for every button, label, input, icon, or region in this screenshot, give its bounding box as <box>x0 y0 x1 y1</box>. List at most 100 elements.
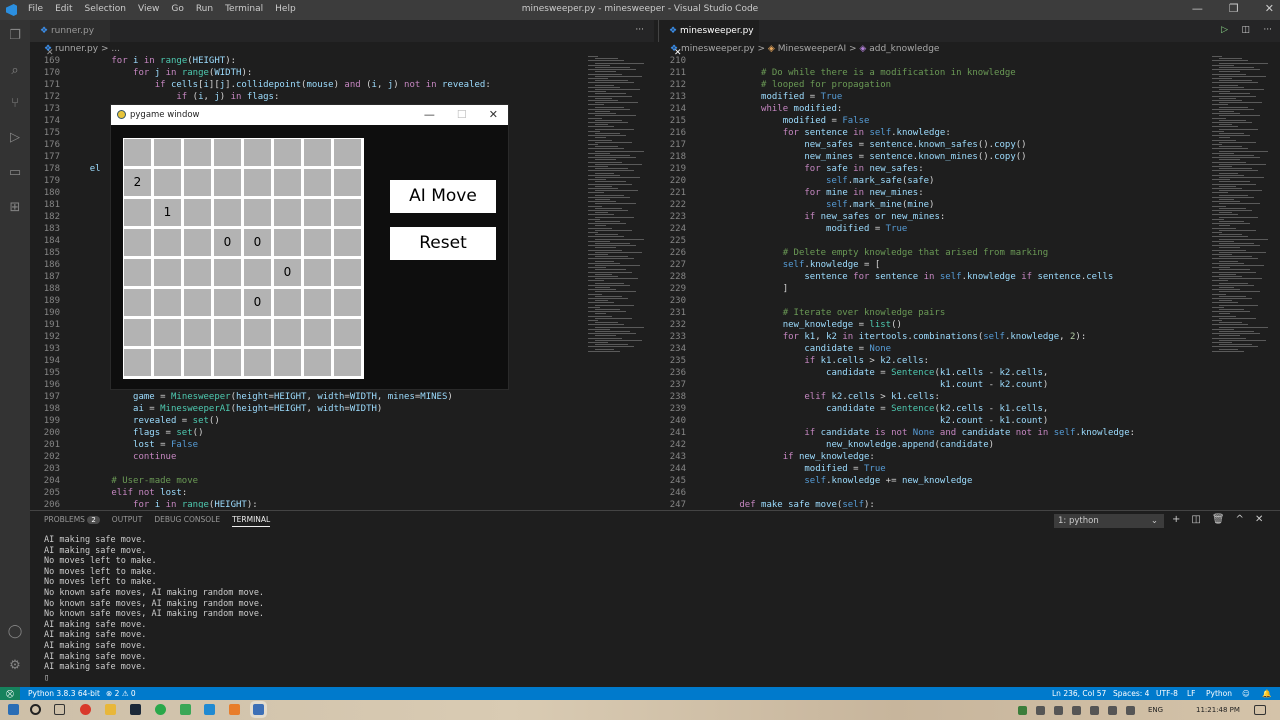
app-icon[interactable] <box>155 704 166 715</box>
problems-status[interactable]: ⊗ 2 ⚠ 0 <box>106 687 136 700</box>
cursor-position[interactable]: Ln 236, Col 57 <box>1052 687 1106 700</box>
board-cell[interactable] <box>304 139 331 166</box>
board-cell[interactable] <box>244 259 271 286</box>
right-code-editor[interactable]: 210 211 # Do while there is a modificatio… <box>658 56 1208 508</box>
language-mode[interactable]: Python <box>1206 687 1232 700</box>
board-cell[interactable] <box>154 349 181 376</box>
board-cell[interactable] <box>124 199 151 226</box>
board-cell[interactable] <box>154 139 181 166</box>
app-icon[interactable] <box>229 704 240 715</box>
split-terminal-icon[interactable]: ◫ <box>1191 514 1200 525</box>
board-cell[interactable] <box>184 289 211 316</box>
reset-button[interactable]: Reset <box>390 227 496 260</box>
board-cell[interactable] <box>184 319 211 346</box>
board-cell[interactable] <box>334 139 361 166</box>
more-actions-icon[interactable]: ··· <box>635 25 644 35</box>
tab-debug-console[interactable]: DEBUG CONSOLE <box>154 515 220 527</box>
task-view-icon[interactable] <box>54 704 65 715</box>
board-cell[interactable] <box>304 319 331 346</box>
left-minimap[interactable] <box>584 56 654 356</box>
maximize-panel-icon[interactable]: ^ <box>1236 514 1244 525</box>
board-cell[interactable] <box>304 229 331 256</box>
network-icon[interactable] <box>1108 706 1117 715</box>
terminal-select[interactable]: 1: python ⌄ <box>1054 514 1164 528</box>
settings-gear-icon[interactable]: ⚙ <box>7 658 23 674</box>
breadcrumb-method[interactable]: add_knowledge <box>869 44 939 54</box>
board-cell[interactable] <box>214 289 241 316</box>
tray-icon[interactable] <box>1036 706 1045 715</box>
board-cell[interactable] <box>334 169 361 196</box>
board-cell[interactable]: 0 <box>244 289 271 316</box>
board-cell[interactable] <box>124 289 151 316</box>
extensions-icon[interactable]: ⊞ <box>7 200 23 216</box>
tray-icon[interactable] <box>1090 706 1099 715</box>
board-cell[interactable] <box>244 199 271 226</box>
clock[interactable]: 11:21:48 PM <box>1196 706 1240 714</box>
board-cell[interactable] <box>124 229 151 256</box>
new-terminal-icon[interactable]: + <box>1172 514 1180 525</box>
tab-minesweeper[interactable]: ❖ minesweeper.py ✕ <box>659 20 759 58</box>
board-cell[interactable]: 0 <box>274 259 301 286</box>
minimize-button[interactable]: — <box>1192 2 1203 15</box>
maximize-button[interactable]: ❐ <box>1229 2 1239 15</box>
breadcrumb-class[interactable]: MinesweeperAI <box>778 44 846 54</box>
board-cell[interactable]: 0 <box>214 229 241 256</box>
board-cell[interactable] <box>214 349 241 376</box>
board-cell[interactable] <box>274 139 301 166</box>
board-cell[interactable] <box>154 259 181 286</box>
tray-icon[interactable] <box>1072 706 1081 715</box>
breadcrumb-file[interactable]: runner.py <box>55 44 98 54</box>
source-control-icon[interactable]: ⑂ <box>7 96 23 112</box>
board-cell[interactable] <box>124 319 151 346</box>
board-cell[interactable] <box>184 349 211 376</box>
maximize-button[interactable]: ☐ <box>457 105 467 125</box>
board-cell[interactable] <box>154 229 181 256</box>
board-cell[interactable] <box>124 349 151 376</box>
tray-icon[interactable] <box>1018 706 1027 715</box>
line-ending[interactable]: LF <box>1187 687 1196 700</box>
board-cell[interactable] <box>304 199 331 226</box>
volume-icon[interactable] <box>1126 706 1135 715</box>
search-icon[interactable]: ⌕ <box>7 63 23 79</box>
remote-icon[interactable]: ⛒ <box>0 687 20 700</box>
start-icon[interactable] <box>8 704 19 715</box>
board-cell[interactable]: 2 <box>124 169 151 196</box>
breadcrumb-more[interactable]: ... <box>111 44 120 54</box>
board-cell[interactable] <box>244 139 271 166</box>
board-cell[interactable] <box>274 229 301 256</box>
close-window-button[interactable]: ✕ <box>489 105 498 125</box>
board-cell[interactable] <box>334 289 361 316</box>
split-editor-icon[interactable]: ◫ <box>1241 25 1250 35</box>
tab-runner[interactable]: ❖ runner.py ✕ <box>30 20 110 58</box>
board-cell[interactable] <box>244 169 271 196</box>
board-cell[interactable] <box>124 259 151 286</box>
board-cell[interactable] <box>184 229 211 256</box>
board-cell[interactable] <box>244 349 271 376</box>
board-cell[interactable] <box>184 139 211 166</box>
file-explorer-icon[interactable] <box>105 704 116 715</box>
board-cell[interactable] <box>124 139 151 166</box>
board-cell[interactable] <box>184 259 211 286</box>
python-interpreter[interactable]: Python 3.8.3 64-bit <box>28 687 100 700</box>
run-file-icon[interactable]: ▷ <box>1221 25 1228 35</box>
close-window-button[interactable]: ✕ <box>1265 2 1274 15</box>
board-cell[interactable] <box>154 289 181 316</box>
minimize-button[interactable]: — <box>424 105 435 125</box>
tab-terminal[interactable]: TERMINAL <box>232 515 271 527</box>
ai-move-button[interactable]: AI Move <box>390 180 496 213</box>
board-cell[interactable] <box>154 169 181 196</box>
steam-icon[interactable] <box>130 704 141 715</box>
board-cell[interactable] <box>334 259 361 286</box>
encoding[interactable]: UTF-8 <box>1156 687 1178 700</box>
board-cell[interactable] <box>154 319 181 346</box>
more-actions-icon[interactable]: ··· <box>1263 25 1272 35</box>
app-icon[interactable] <box>180 704 191 715</box>
board-cell[interactable]: 1 <box>154 199 181 226</box>
board-cell[interactable] <box>334 199 361 226</box>
tab-problems[interactable]: PROBLEMS 2 <box>44 515 100 527</box>
board-cell[interactable] <box>274 349 301 376</box>
board-cell[interactable] <box>334 229 361 256</box>
board-cell[interactable] <box>244 319 271 346</box>
notification-center-icon[interactable] <box>1254 705 1266 715</box>
breadcrumb-file[interactable]: minesweeper.py <box>681 44 755 54</box>
